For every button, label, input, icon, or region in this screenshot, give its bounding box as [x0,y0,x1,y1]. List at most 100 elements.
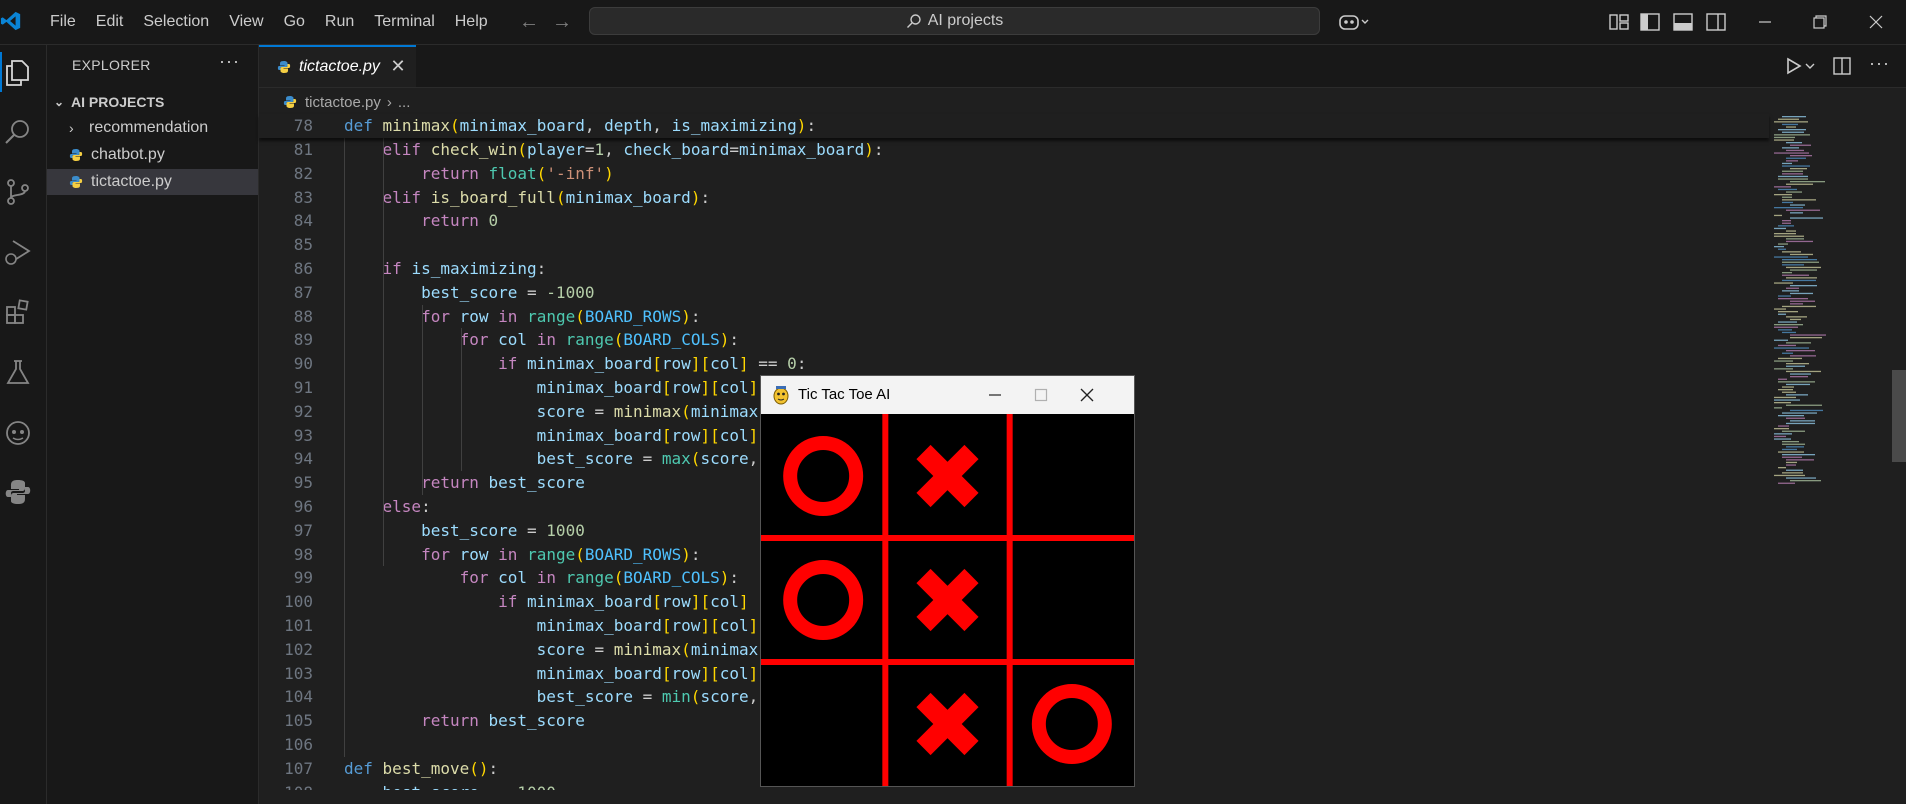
line-code: for col in range(BOARD_COLS): [459,568,740,588]
minimap-line [1786,191,1802,193]
code-line: 88 for row in range(BOARD_ROWS): [259,305,1769,329]
minimize-icon [1759,21,1771,23]
line-number: 97 [293,520,313,540]
minimap-line [1786,142,1802,144]
menu-file[interactable]: File [40,0,86,44]
minimap-line [1790,168,1807,170]
minimap-line [1782,448,1797,451]
line-number: 98 [293,544,313,564]
python-file-icon [69,176,83,188]
line-code: if minimax_board[row][col] [498,592,749,612]
customize-layout-icon[interactable] [1608,11,1630,33]
popup-minimize-button[interactable] [972,376,1018,414]
minimap-line [1774,134,1810,136]
minimap-line [1790,204,1805,206]
close-window-button[interactable] [1853,0,1899,44]
minimap-line [1774,399,1800,401]
tree-item-chatbot[interactable]: chatbot.py [47,142,258,168]
menu-edit[interactable]: Edit [86,0,134,44]
explorer-icon[interactable] [2,56,34,88]
minimap-line [1790,409,1823,412]
minimize-button[interactable] [1742,0,1788,44]
minimap-line [1778,329,1792,331]
testing-icon[interactable] [2,356,34,388]
minimap-line [1786,461,1797,464]
editor-more-button[interactable]: ··· [1869,53,1890,74]
breadcrumb-symbol[interactable]: ... [398,94,411,111]
command-center-search[interactable]: AI projects [589,7,1320,35]
minimap-line [1782,472,1803,474]
line-number: 104 [284,687,313,707]
minimap-line [1786,459,1814,461]
minimap-line [1774,402,1791,404]
tree-item-tictactoe[interactable]: tictactoe.py [47,169,258,195]
run-debug-icon[interactable] [2,236,34,268]
minimap-line [1786,149,1804,152]
toggle-secondary-sidebar-icon[interactable] [1705,11,1727,33]
minimap-line [1774,428,1789,430]
line-code: score = minimax(minimax [536,401,759,421]
menu-selection[interactable]: Selection [133,0,219,44]
extensions-icon[interactable] [2,296,34,328]
minimap-line [1778,129,1806,131]
python-file-icon [69,149,83,161]
board-mark-o [783,436,864,516]
breadcrumb-file[interactable]: tictactoe.py [305,94,381,111]
run-python-file-icon[interactable] [1785,56,1819,76]
line-number: 102 [284,639,313,659]
menu-go[interactable]: Go [274,0,315,44]
minimap-line [1774,339,1788,341]
horizontal-scrollbar[interactable] [259,790,1906,804]
line-number: 100 [284,592,313,612]
code-line: 78 def minimax(minimax_board, depth, is_m… [259,114,1769,138]
code-line: 84 return 0 [259,209,1769,233]
vertical-scrollbar[interactable] [1892,370,1906,462]
line-number: 81 [293,140,313,159]
minimap-line [1790,303,1803,305]
python-file-icon [277,61,291,73]
maximize-icon [1034,388,1048,402]
minimap-line [1782,170,1803,172]
python-icon[interactable] [2,476,34,508]
game-board[interactable] [761,414,1134,786]
back-arrow-icon[interactable]: ← [517,10,541,34]
search-sidebar-icon[interactable] [2,116,34,148]
line-code: best_score = -1000 [421,282,595,302]
project-folder-header[interactable]: ⌄ AI PROJECTS [47,91,258,113]
minimap-line [1782,290,1799,292]
minimap-line [1782,305,1816,308]
line-code: minimax_board[row][col] [536,425,759,445]
tab-tictactoe[interactable]: tictactoe.py ✕ [259,45,416,87]
tree-item-label: recommendation [89,119,209,136]
board-mark-o [783,560,864,640]
sidebar-more-button[interactable]: ··· [219,51,240,72]
popup-title-bar[interactable]: Tic Tac Toe AI [761,376,1134,414]
tree-item-recommendation[interactable]: › recommendation [47,115,258,141]
menu-terminal[interactable]: Terminal [364,0,444,44]
menu-view[interactable]: View [219,0,273,44]
source-control-icon[interactable] [2,176,34,208]
minimap-line [1774,233,1796,235]
toggle-primary-sidebar-icon[interactable] [1639,11,1661,33]
restore-button[interactable] [1797,0,1843,44]
popup-maximize-button[interactable] [1018,376,1064,414]
split-editor-icon[interactable] [1832,56,1852,76]
sticky-scroll-line[interactable]: 78 def minimax(minimax_board, depth, is_m… [259,114,1769,138]
copilot-chat-icon[interactable] [2,416,34,448]
minimap-line [1778,425,1789,427]
minimap-line [1786,383,1810,386]
copilot-icon[interactable] [1338,11,1372,33]
minimap-line [1778,357,1802,360]
popup-close-button[interactable] [1064,376,1110,414]
menu-run[interactable]: Run [315,0,364,44]
minimap[interactable] [1769,114,1894,790]
tab-close-icon[interactable]: ✕ [389,57,407,75]
line-number: 103 [284,663,313,683]
line-code: return best_score [421,473,585,493]
minimap-line [1786,157,1806,159]
forward-arrow-icon[interactable]: → [550,10,574,34]
toggle-panel-icon[interactable] [1672,11,1694,33]
minimap-line [1778,378,1787,380]
menu-help[interactable]: Help [445,0,498,44]
code-line: 90 if minimax_board[row][col] == 0: [259,352,1769,376]
